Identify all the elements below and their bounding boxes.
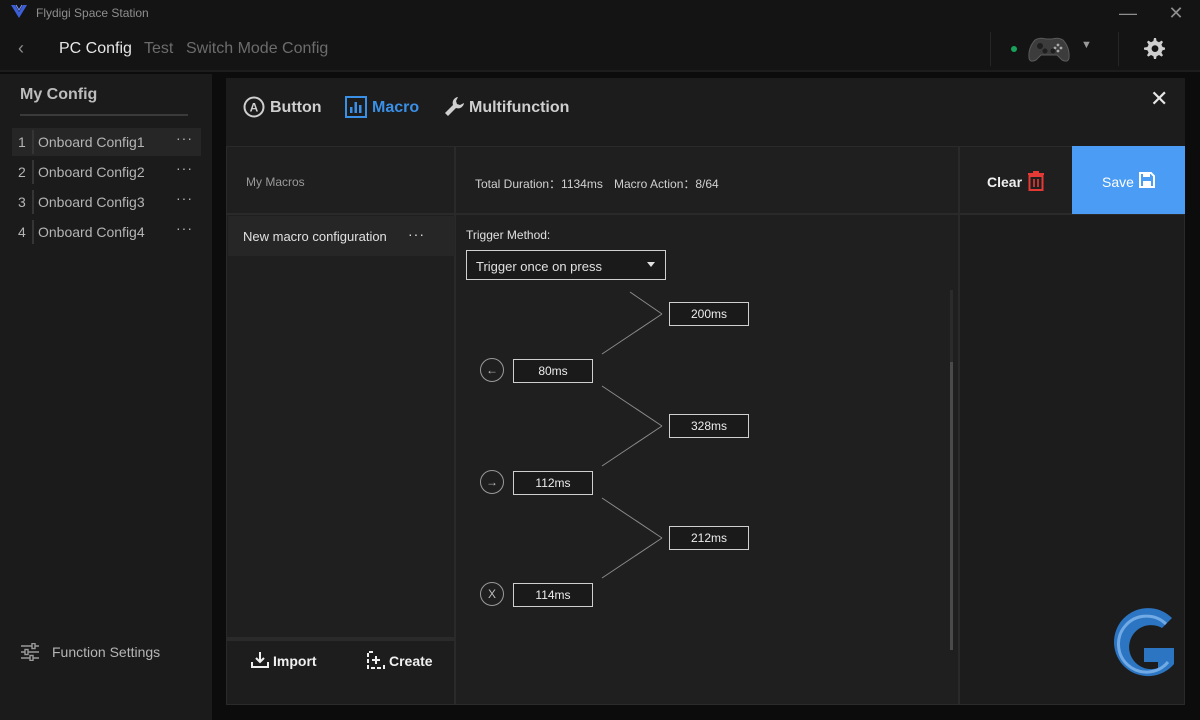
back-arrow-icon[interactable]: ‹: [18, 38, 24, 59]
more-options-icon[interactable]: ···: [176, 160, 193, 176]
app-title: Flydigi Space Station: [36, 6, 149, 20]
press-duration-field[interactable]: 112ms: [513, 471, 593, 495]
title-bar: Flydigi Space Station — ✕: [0, 0, 1200, 26]
gap-duration-field[interactable]: 212ms: [669, 526, 749, 550]
scrollbar-thumb[interactable]: [950, 362, 953, 650]
tab-switch-mode-config[interactable]: Switch Mode Config: [186, 40, 328, 58]
config-name: Onboard Config3: [38, 194, 145, 210]
press-duration-field[interactable]: 80ms: [513, 359, 593, 383]
divider: [1118, 32, 1119, 66]
more-options-icon[interactable]: ···: [176, 130, 193, 146]
minimize-icon[interactable]: —: [1117, 2, 1139, 24]
more-options-icon[interactable]: ···: [176, 220, 193, 236]
arrow-right-key-icon[interactable]: →: [480, 470, 504, 494]
gamepad-icon[interactable]: [1026, 34, 1072, 64]
divider: [32, 220, 34, 244]
sidebar-heading: My Config: [20, 86, 98, 103]
macro-editor-dialog: A Button Macro Multifunction ✕ My Macros…: [226, 78, 1185, 705]
watermark-logo-icon: [1114, 608, 1174, 677]
config-name: Onboard Config2: [38, 164, 145, 180]
connection-status-dot: [1011, 46, 1017, 52]
divider: [20, 114, 188, 116]
gear-icon[interactable]: [1143, 37, 1165, 59]
config-name: Onboard Config4: [38, 224, 145, 240]
arrow-left-key-icon[interactable]: ←: [480, 358, 504, 382]
flydigi-logo-icon: [11, 4, 27, 18]
close-window-icon[interactable]: ✕: [1165, 2, 1187, 24]
config-number: 3: [18, 194, 26, 210]
divider: [32, 130, 34, 154]
sidebar: My Config 1 Onboard Config1 ··· 2 Onboar…: [0, 74, 212, 720]
function-settings-label: Function Settings: [52, 644, 161, 660]
divider: [32, 190, 34, 214]
gap-duration-field[interactable]: 328ms: [669, 414, 749, 438]
device-dropdown-caret-icon[interactable]: ▼: [1081, 39, 1092, 51]
divider: [990, 32, 991, 66]
config-number: 1: [18, 134, 26, 150]
config-name: Onboard Config1: [38, 134, 145, 150]
sidebar-item-onboard-config1[interactable]: 1 Onboard Config1 ···: [12, 128, 201, 156]
sidebar-item-onboard-config3[interactable]: 3 Onboard Config3 ···: [12, 188, 201, 216]
sidebar-item-onboard-config4[interactable]: 4 Onboard Config4 ···: [12, 218, 201, 246]
macro-timeline-connectors: [601, 291, 663, 579]
more-options-icon[interactable]: ···: [176, 190, 193, 206]
nav-bar: ‹ PC Config Test Switch Mode Config ▼: [0, 26, 1200, 72]
tab-pc-config[interactable]: PC Config: [59, 40, 132, 58]
tab-test[interactable]: Test: [144, 40, 173, 58]
x-button-key-icon[interactable]: X: [480, 582, 504, 606]
config-number: 2: [18, 164, 26, 180]
divider: [32, 160, 34, 184]
gap-duration-field[interactable]: 200ms: [669, 302, 749, 326]
config-number: 4: [18, 224, 26, 240]
sidebar-item-onboard-config2[interactable]: 2 Onboard Config2 ···: [12, 158, 201, 186]
press-duration-field[interactable]: 114ms: [513, 583, 593, 607]
sliders-icon: [21, 643, 39, 661]
